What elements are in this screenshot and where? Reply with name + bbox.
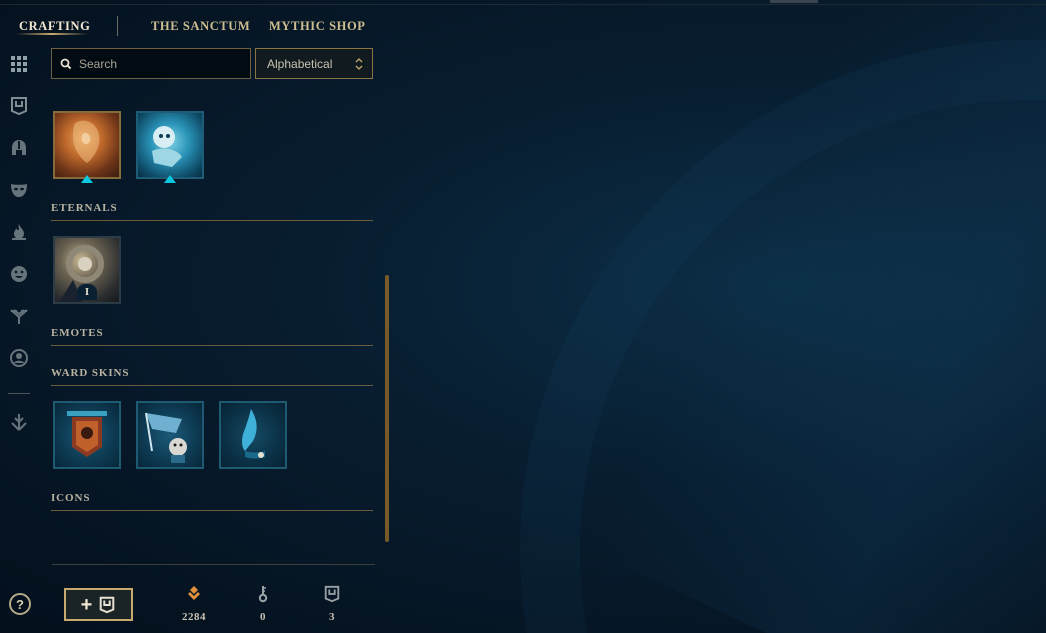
orange-essence-icon <box>188 586 200 600</box>
plus-icon: + <box>80 593 93 616</box>
sidebar <box>0 48 40 633</box>
helmet-icon[interactable] <box>8 137 30 159</box>
ward-icon[interactable] <box>8 305 30 327</box>
section-rule-emotes <box>51 345 373 346</box>
currency-orange-essence: 2284 <box>169 585 219 623</box>
search-field[interactable] <box>51 48 251 79</box>
chest-icon <box>324 585 340 603</box>
emote-face-icon[interactable] <box>8 263 30 285</box>
key-icon <box>258 586 268 603</box>
profile-icon[interactable] <box>8 347 30 369</box>
chest-icon <box>100 596 115 613</box>
eternal-rank-badge: I <box>77 284 97 300</box>
chest-icon[interactable] <box>8 95 30 117</box>
scrollbar-thumb[interactable] <box>385 275 389 542</box>
section-title-eternals: ETERNALS <box>51 202 118 214</box>
footer-divider <box>52 564 375 565</box>
currency-chest: 3 <box>307 585 357 623</box>
key-count: 0 <box>260 611 266 623</box>
chest-count: 3 <box>329 611 335 623</box>
skin-tile-2[interactable] <box>136 111 204 179</box>
add-chest-button[interactable]: + <box>64 588 133 621</box>
tile-pointer-1 <box>81 175 93 183</box>
section-title-ward-skins: WARD SKINS <box>51 367 130 379</box>
sort-dropdown[interactable]: Alphabetical <box>255 48 373 79</box>
ward-skin-tile-3[interactable] <box>219 401 287 469</box>
mask-icon[interactable] <box>8 179 30 201</box>
sidebar-divider <box>8 393 30 394</box>
section-rule-ward-skins <box>51 385 373 386</box>
orange-essence-count: 2284 <box>182 611 206 623</box>
tab-active-underline <box>16 33 88 35</box>
nav-separator <box>117 16 118 36</box>
section-title-emotes: EMOTES <box>51 327 104 339</box>
search-icon <box>60 58 72 69</box>
ward-skin-tile-2[interactable] <box>136 401 204 469</box>
flame-icon[interactable] <box>8 221 30 243</box>
chevron-updown-icon <box>355 58 363 70</box>
eternal-tile-1[interactable]: I <box>53 236 121 304</box>
section-rule-icons <box>51 510 373 511</box>
grid-icon[interactable] <box>8 53 30 75</box>
currency-key: 0 <box>238 585 288 623</box>
help-icon[interactable]: ? <box>9 593 31 615</box>
skin-tile-1[interactable] <box>53 111 121 179</box>
tile-pointer-2 <box>164 175 176 183</box>
sort-selected-label: Alphabetical <box>267 56 333 71</box>
search-input[interactable] <box>79 56 239 71</box>
arrow-down-icon[interactable] <box>8 411 30 433</box>
background-art <box>0 0 1046 633</box>
section-rule-eternals <box>51 220 373 221</box>
ward-skin-tile-1[interactable] <box>53 401 121 469</box>
top-frame-marker <box>770 0 818 3</box>
section-title-icons: ICONS <box>51 492 91 504</box>
top-frame-line <box>0 0 1046 5</box>
tab-mythic-shop[interactable]: MYTHIC SHOP <box>269 10 366 38</box>
tab-the-sanctum[interactable]: THE SANCTUM <box>151 10 250 38</box>
